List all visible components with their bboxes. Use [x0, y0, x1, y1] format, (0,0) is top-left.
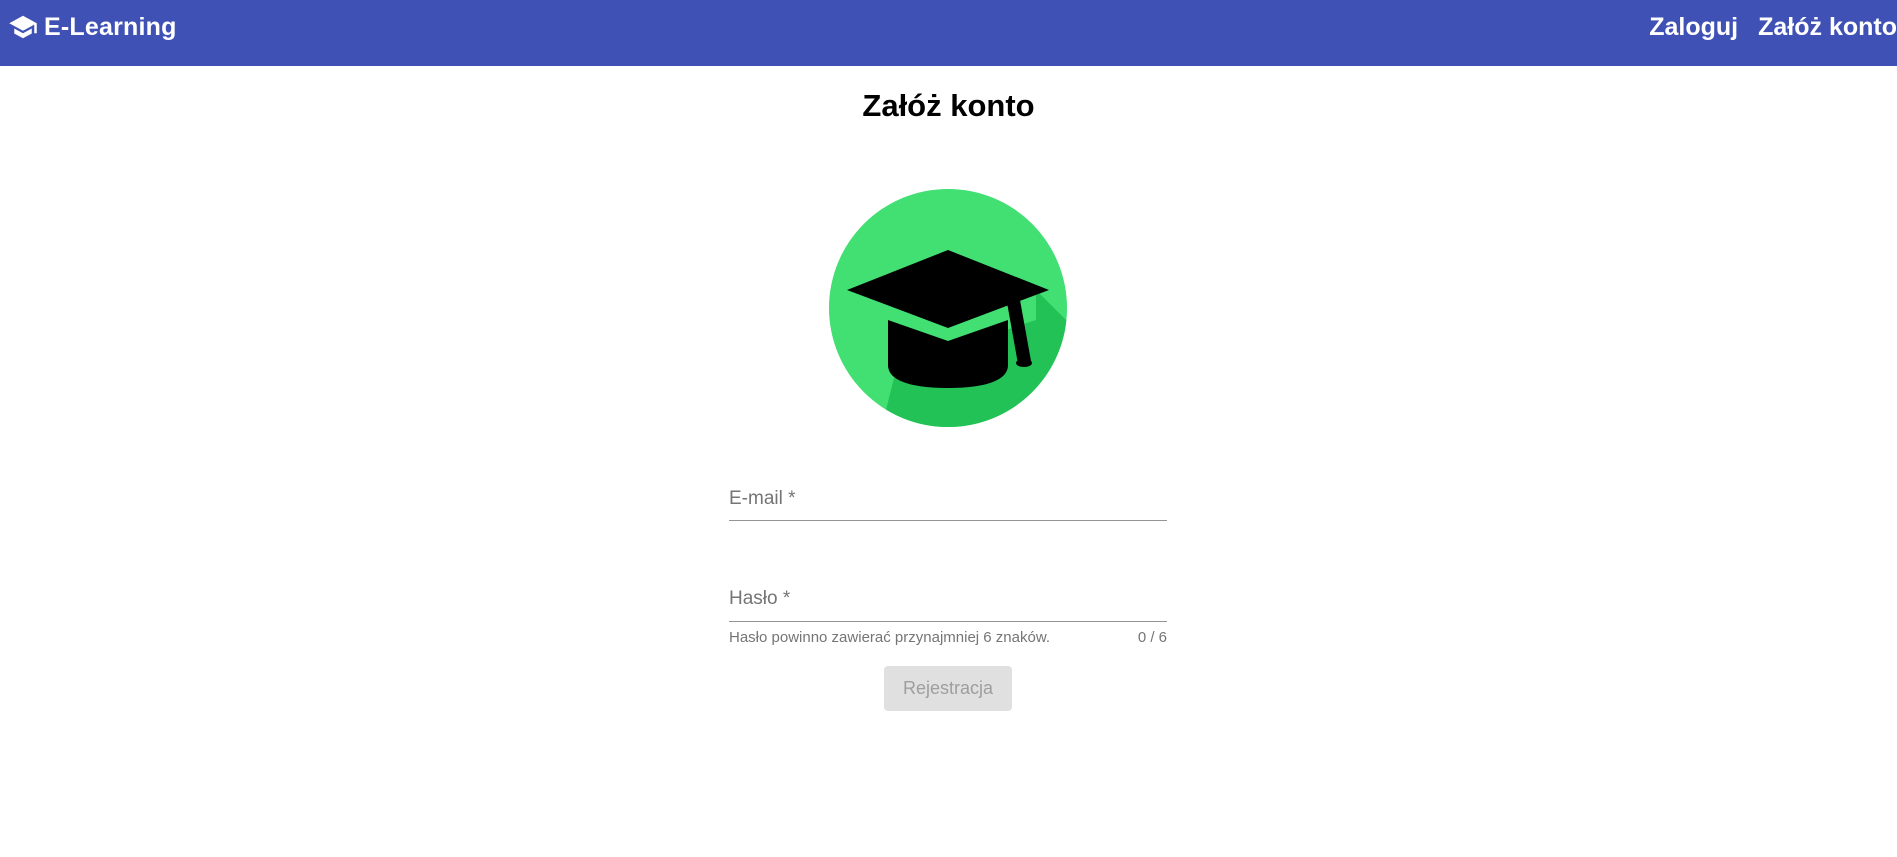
email-field[interactable]: E-mail * [729, 486, 1167, 521]
register-link[interactable]: Załóż konto [1748, 13, 1897, 42]
top-nav: Zaloguj Załóż konto [1639, 8, 1897, 46]
email-input[interactable] [729, 486, 1167, 521]
graduation-cap-circle-icon [829, 189, 1067, 427]
login-link[interactable]: Zaloguj [1639, 13, 1748, 42]
email-underline [729, 520, 1167, 521]
brand-title: E-Learning [44, 12, 177, 41]
password-hint-row: Hasło powinno zawierać przynajmniej 6 zn… [729, 629, 1167, 646]
logo [796, 170, 1100, 474]
password-counter: 0 / 6 [1137, 629, 1167, 646]
brand-link[interactable]: E-Learning [8, 8, 177, 46]
page-title: Załóż konto [862, 88, 1035, 123]
password-hint: Hasło powinno zawierać przynajmniej 6 zn… [729, 629, 1050, 646]
password-field[interactable]: Hasło * [729, 586, 1167, 622]
top-toolbar: E-Learning Zaloguj Załóż konto [0, 0, 1897, 66]
register-button[interactable]: Rejestracja [884, 666, 1012, 711]
password-input[interactable] [729, 586, 1167, 622]
password-underline [729, 621, 1167, 622]
graduation-cap-icon [9, 15, 37, 39]
